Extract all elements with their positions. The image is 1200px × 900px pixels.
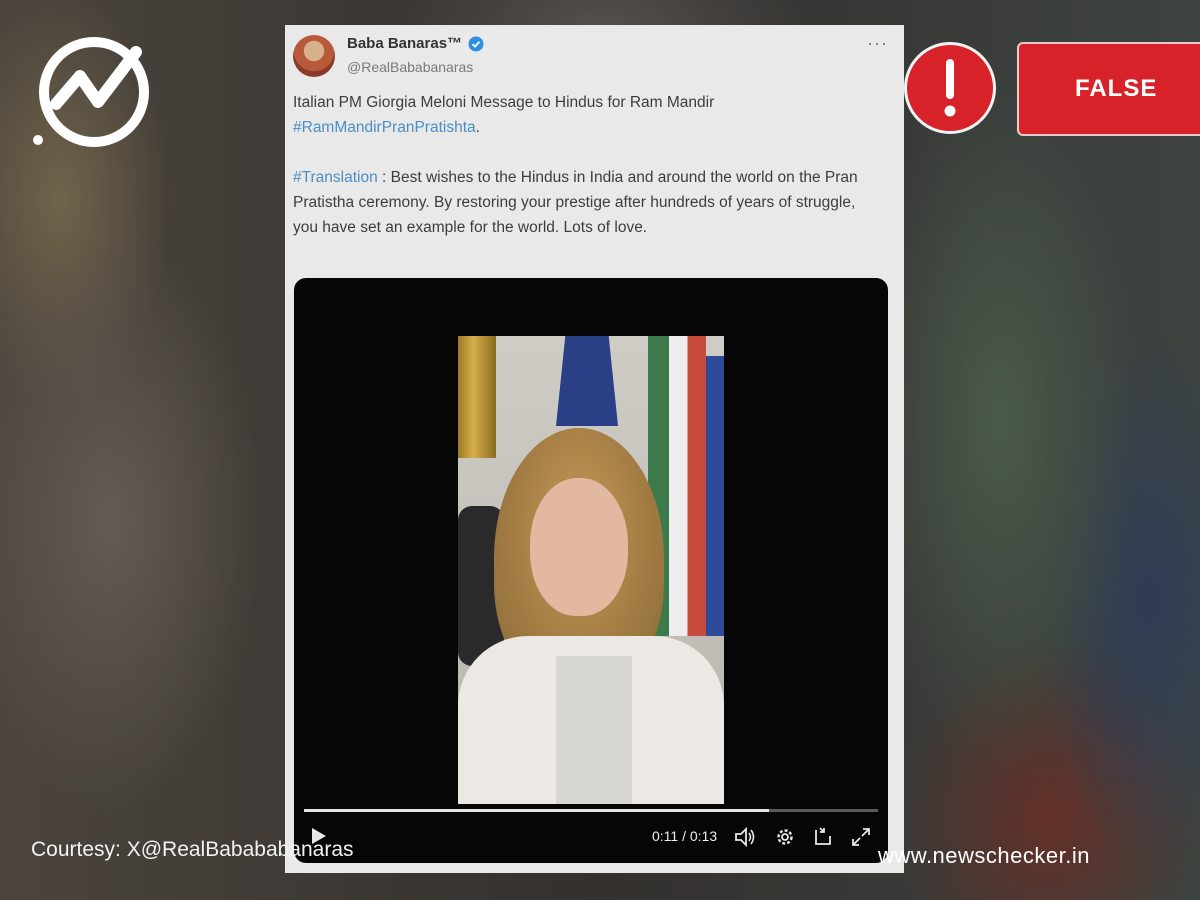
video-time: 0:11 / 0:13: [652, 828, 718, 844]
verified-badge-icon: [468, 36, 484, 51]
avatar[interactable]: [293, 35, 335, 77]
person-shirt: [556, 656, 632, 804]
verdict-badge: FALSE: [1017, 42, 1200, 136]
video-progress-fill: [304, 809, 769, 812]
person-face: [530, 478, 628, 616]
hashtag-link[interactable]: #RamMandirPranPratishta: [293, 119, 476, 136]
exclamation-icon: [944, 59, 956, 117]
tweet-text: Italian PM Giorgia Meloni Message to Hin…: [293, 90, 883, 240]
video-controls: 0:11 / 0:13: [294, 822, 888, 852]
hashtag-suffix: .: [475, 119, 480, 136]
video-player[interactable]: 0:11 / 0:13: [294, 278, 888, 863]
user-handle[interactable]: @RealBababanaras: [347, 59, 473, 75]
tweet-text-line: Italian PM Giorgia Meloni Message to Hin…: [293, 90, 883, 140]
tweet-text-intro: Italian PM Giorgia Meloni Message to Hin…: [293, 94, 715, 111]
fullscreen-icon[interactable]: [850, 826, 872, 848]
more-options-icon[interactable]: ···: [867, 33, 888, 54]
display-name[interactable]: Baba Banaras™: [347, 35, 462, 52]
newschecker-logo-icon: [33, 37, 149, 147]
alert-badge: [904, 42, 996, 134]
courtesy-credit: Courtesy: X@RealBabababanaras: [31, 838, 354, 861]
hashtag-link[interactable]: #Translation: [293, 169, 378, 186]
pip-icon[interactable]: [812, 826, 834, 848]
tweet-card: Baba Banaras™ @RealBababanaras ··· Itali…: [285, 25, 904, 873]
gold-frame: [458, 336, 496, 458]
flag: [556, 336, 618, 426]
video-frame[interactable]: [458, 336, 724, 804]
eu-flag: [706, 356, 724, 636]
verdict-label: FALSE: [1075, 75, 1158, 102]
translation-paragraph: #Translation : Best wishes to the Hindus…: [293, 165, 883, 240]
settings-icon[interactable]: [774, 826, 796, 848]
website-url: www.newschecker.in: [878, 843, 1090, 868]
translation-text: : Best wishes to the Hindus in India and…: [293, 169, 858, 236]
volume-icon[interactable]: [734, 826, 758, 848]
video-progress-bar[interactable]: [304, 809, 878, 812]
tweet-author: Baba Banaras™: [347, 35, 484, 52]
